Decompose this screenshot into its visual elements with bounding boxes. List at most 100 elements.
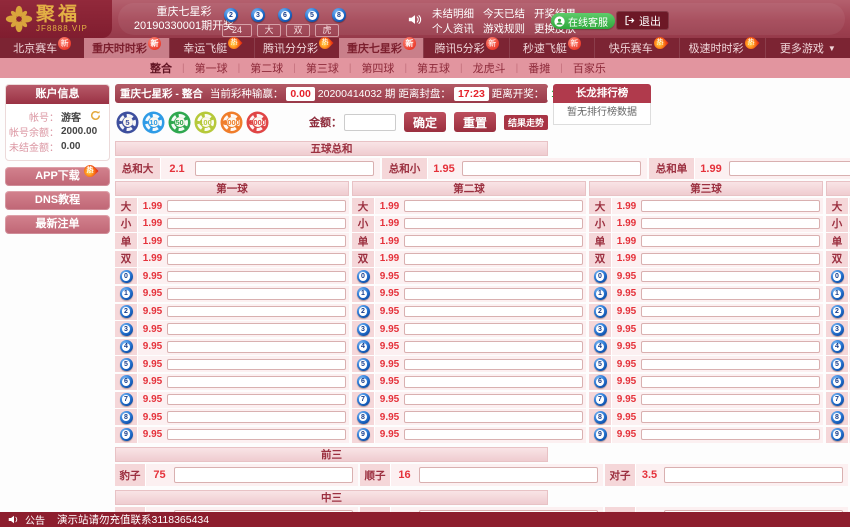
bet-amount-input[interactable]	[641, 288, 820, 300]
game-tab[interactable]: 腾讯5分彩新	[423, 38, 508, 58]
bet-amount-input[interactable]	[167, 200, 346, 212]
bet-amount-input[interactable]	[404, 218, 583, 230]
bet-amount-input[interactable]	[404, 429, 583, 441]
bet-amount-input[interactable]	[167, 411, 346, 423]
bet-amount-input[interactable]	[167, 235, 346, 247]
bet-odds[interactable]: 1.99	[138, 253, 167, 264]
bet-amount-input[interactable]	[167, 323, 346, 335]
header-link[interactable]: 未结明细	[432, 6, 474, 21]
game-tab[interactable]: 更多游戏▼	[765, 38, 850, 58]
subnav-item[interactable]: 番摊	[528, 60, 550, 76]
logo[interactable]: 聚福 JF8888.VIP	[0, 0, 112, 38]
bet-amount-input[interactable]	[167, 341, 346, 353]
bet-amount-input[interactable]	[641, 341, 820, 353]
bet-odds[interactable]: 9.95	[138, 288, 167, 299]
bet-odds[interactable]: 9.95	[138, 324, 167, 335]
bet-odds[interactable]: 1.99	[138, 236, 167, 247]
bet-amount-input[interactable]	[404, 271, 583, 283]
bet-amount-input[interactable]	[729, 161, 850, 176]
bet-odds[interactable]: 9.95	[612, 359, 641, 370]
chip-10[interactable]: 10	[145, 114, 162, 131]
header-link[interactable]: 游戏规则	[483, 21, 525, 36]
bet-amount-input[interactable]	[167, 218, 346, 230]
bet-odds[interactable]: 9.95	[612, 288, 641, 299]
bet-odds[interactable]: 1.99	[375, 201, 404, 212]
game-tab[interactable]: 极速时时彩热	[679, 38, 764, 58]
bet-odds[interactable]: 9.95	[375, 306, 404, 317]
bet-amount-input[interactable]	[419, 467, 598, 483]
game-tab[interactable]: 重庆七星彩新	[339, 38, 423, 58]
bet-amount-input[interactable]	[404, 376, 583, 388]
bet-amount-input[interactable]	[404, 341, 583, 353]
bet-odds[interactable]: 9.95	[375, 324, 404, 335]
bet-odds[interactable]: 1.99	[695, 163, 727, 175]
bet-amount-input[interactable]	[167, 429, 346, 441]
bet-odds[interactable]: 9.95	[375, 271, 404, 282]
bet-odds[interactable]: 9.95	[375, 359, 404, 370]
amount-input[interactable]	[344, 114, 396, 131]
bet-odds[interactable]: 75	[146, 469, 173, 481]
game-tab[interactable]: 重庆时时彩新	[84, 38, 168, 58]
subnav-item[interactable]: 百家乐	[573, 60, 606, 76]
bet-amount-input[interactable]	[167, 394, 346, 406]
bet-amount-input[interactable]	[167, 253, 346, 265]
subnav-item[interactable]: 第五球	[417, 60, 450, 76]
sidebar-button[interactable]: APP下载热	[5, 167, 110, 186]
bet-odds[interactable]: 9.95	[612, 324, 641, 335]
bet-amount-input[interactable]	[404, 253, 583, 265]
bet-amount-input[interactable]	[641, 411, 820, 423]
bet-odds[interactable]: 1.99	[612, 218, 641, 229]
bet-amount-input[interactable]	[404, 306, 583, 318]
bet-odds[interactable]: 1.99	[138, 218, 167, 229]
bet-amount-input[interactable]	[404, 411, 583, 423]
bet-odds[interactable]: 9.95	[138, 394, 167, 405]
bet-amount-input[interactable]	[167, 306, 346, 318]
bet-odds[interactable]: 9.95	[612, 429, 641, 440]
bet-odds[interactable]: 9.95	[138, 359, 167, 370]
trend-button[interactable]: 结果走势	[504, 115, 548, 130]
bet-amount-input[interactable]	[641, 200, 820, 212]
sidebar-button[interactable]: 最新注单	[5, 215, 110, 234]
subnav-item[interactable]: 第三球	[306, 60, 339, 76]
bet-amount-input[interactable]	[404, 200, 583, 212]
bet-amount-input[interactable]	[641, 429, 820, 441]
confirm-button[interactable]: 确定	[404, 112, 446, 132]
bet-amount-input[interactable]	[174, 467, 353, 483]
refresh-icon[interactable]	[81, 110, 101, 124]
bet-odds[interactable]: 16	[391, 469, 418, 481]
bet-odds[interactable]: 1.99	[375, 236, 404, 247]
bet-odds[interactable]: 1.99	[375, 253, 404, 264]
bet-odds[interactable]: 9.95	[612, 376, 641, 387]
bet-odds[interactable]: 1.99	[612, 201, 641, 212]
reset-button[interactable]: 重置	[454, 112, 496, 132]
bet-odds[interactable]: 9.95	[375, 394, 404, 405]
bet-odds[interactable]: 9.95	[612, 394, 641, 405]
chip-5[interactable]: 5	[119, 114, 136, 131]
header-link[interactable]: 个人资讯	[432, 21, 474, 36]
bet-odds[interactable]: 9.95	[138, 271, 167, 282]
chip-100[interactable]: 100	[197, 114, 214, 131]
bet-odds[interactable]: 9.95	[612, 341, 641, 352]
bet-amount-input[interactable]	[641, 394, 820, 406]
bet-amount-input[interactable]	[167, 376, 346, 388]
bet-odds[interactable]: 1.99	[612, 253, 641, 264]
bet-odds[interactable]: 9.95	[138, 429, 167, 440]
bet-amount-input[interactable]	[167, 359, 346, 371]
sound-icon[interactable]	[408, 13, 422, 26]
bet-odds[interactable]: 9.95	[612, 271, 641, 282]
bet-amount-input[interactable]	[404, 288, 583, 300]
bet-amount-input[interactable]	[641, 306, 820, 318]
bet-odds[interactable]: 9.95	[138, 341, 167, 352]
game-tab[interactable]: 腾讯分分彩热	[254, 38, 339, 58]
bet-amount-input[interactable]	[641, 376, 820, 388]
bet-odds[interactable]: 2.1	[161, 163, 193, 175]
bet-amount-input[interactable]	[404, 235, 583, 247]
chip-1000[interactable]: 1000	[223, 114, 240, 131]
chip-5000[interactable]: 5000	[249, 114, 266, 131]
bet-amount-input[interactable]	[664, 467, 843, 483]
logout-button[interactable]: 退出	[616, 11, 669, 30]
bet-odds[interactable]: 1.95	[428, 163, 460, 175]
bet-amount-input[interactable]	[404, 323, 583, 335]
bet-amount-input[interactable]	[462, 161, 641, 176]
subnav-item[interactable]: 整合	[150, 60, 172, 76]
